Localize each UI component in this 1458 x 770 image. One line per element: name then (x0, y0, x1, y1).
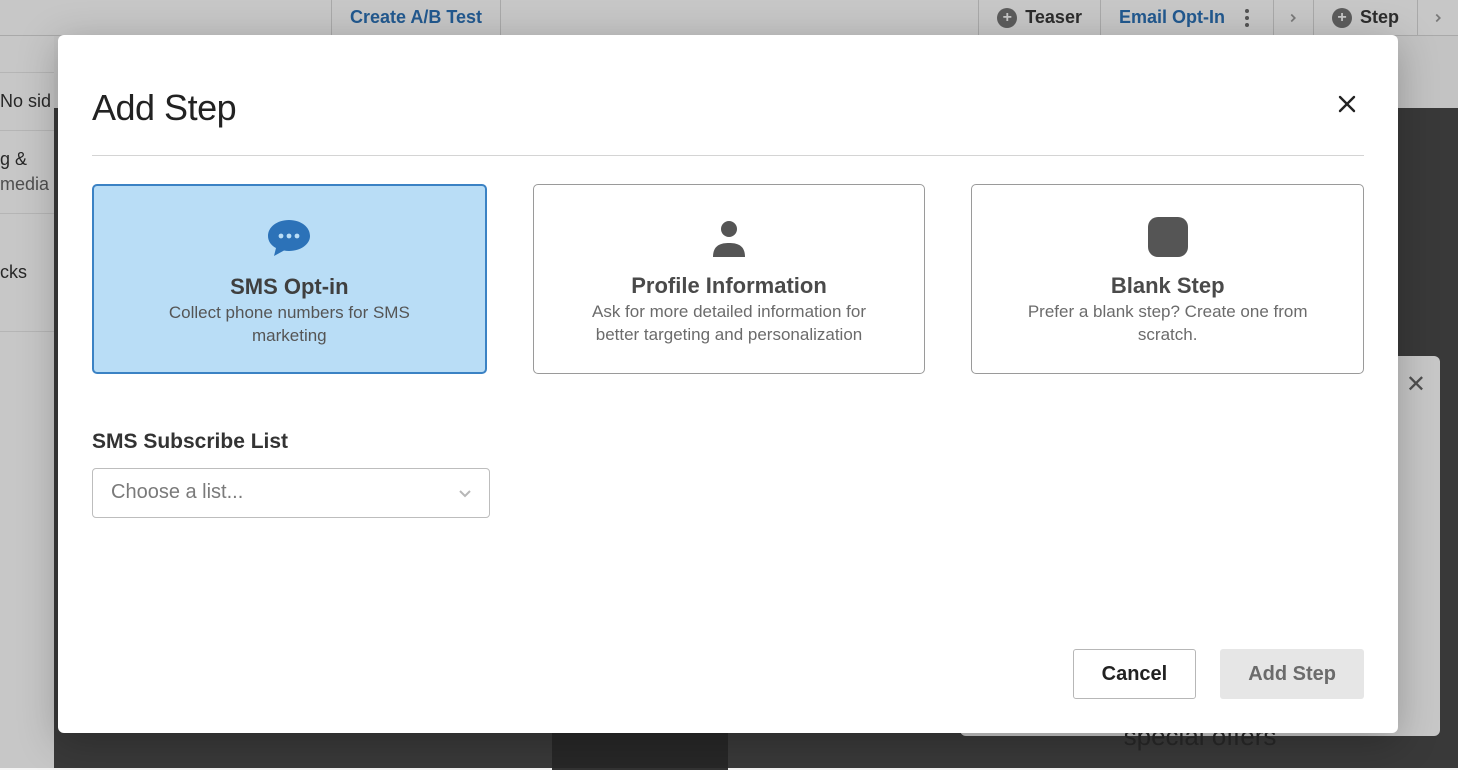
card-profile-information[interactable]: Profile Information Ask for more detaile… (533, 184, 926, 374)
step-type-cards: SMS Opt-in Collect phone numbers for SMS… (92, 184, 1364, 374)
user-icon (709, 213, 749, 261)
card-title: Profile Information (631, 273, 827, 299)
modal-footer: Cancel Add Step (92, 649, 1364, 699)
add-step-button[interactable]: Add Step (1220, 649, 1364, 699)
close-icon (1335, 92, 1359, 116)
square-icon (1146, 213, 1190, 261)
card-description: Prefer a blank step? Create one from scr… (1008, 301, 1328, 347)
modal-title: Add Step (92, 87, 236, 129)
sms-subscribe-section: SMS Subscribe List Choose a list... (92, 430, 1364, 518)
chat-bubble-icon (266, 214, 312, 262)
chevron-down-icon (459, 485, 471, 501)
select-placeholder: Choose a list... (111, 481, 243, 504)
close-button[interactable] (1330, 87, 1364, 121)
field-label: SMS Subscribe List (92, 430, 1364, 454)
sms-subscribe-list-select[interactable]: Choose a list... (92, 468, 490, 518)
modal-header: Add Step (92, 87, 1364, 129)
card-title: SMS Opt-in (230, 274, 349, 300)
card-title: Blank Step (1111, 273, 1225, 299)
divider (92, 155, 1364, 156)
card-description: Collect phone numbers for SMS marketing (129, 302, 449, 348)
cancel-button[interactable]: Cancel (1073, 649, 1197, 699)
card-blank-step[interactable]: Blank Step Prefer a blank step? Create o… (971, 184, 1364, 374)
card-description: Ask for more detailed information for be… (569, 301, 889, 347)
card-sms-opt-in[interactable]: SMS Opt-in Collect phone numbers for SMS… (92, 184, 487, 374)
add-step-modal: Add Step SMS Opt-in Collect phone number… (58, 35, 1398, 733)
